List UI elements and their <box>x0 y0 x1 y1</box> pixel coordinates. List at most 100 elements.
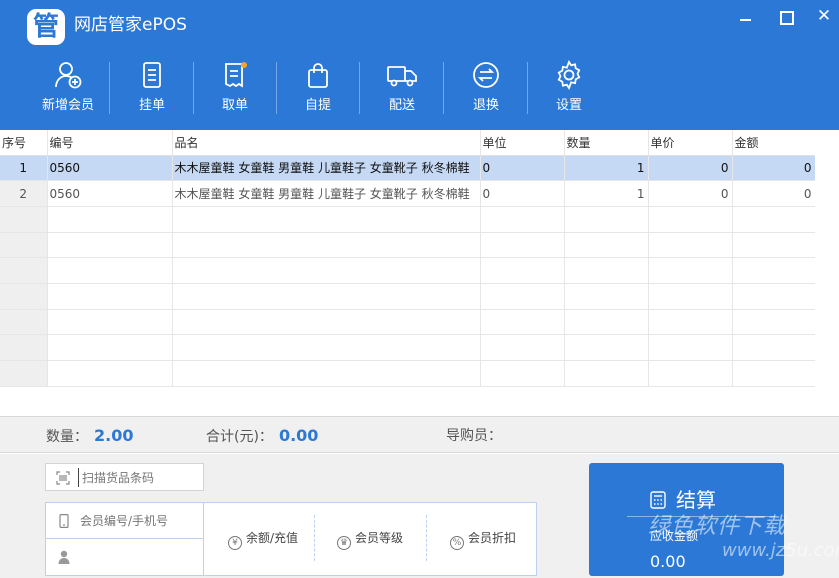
table-row[interactable]: 2 0560 木木屋童鞋 女童鞋 男童鞋 儿童鞋子 女童靴子 秋冬棉鞋 0 1 … <box>0 180 816 207</box>
yuan-icon: ¥ <box>228 536 242 550</box>
member-discount-button[interactable]: % 会员折扣 <box>450 523 516 553</box>
discount-tag-icon: % <box>450 536 464 550</box>
pickup-bag-icon <box>308 63 328 88</box>
phone-icon <box>59 514 69 528</box>
empty-row <box>0 309 816 336</box>
app-header: 管 网店管家ePOS ✕ 新增会员 挂单 取单 自提 配送 退换 设置 <box>0 0 839 130</box>
total-quantity-value: 2.00 <box>94 426 134 445</box>
toolbar-label: 新增会员 <box>41 98 94 113</box>
barcode-input[interactable] <box>78 468 198 487</box>
toolbar-hold-order-button[interactable]: 挂单 <box>112 60 192 120</box>
summary-bar: 数量： 2.00 合计(元)： 0.00 导购员： <box>0 416 839 453</box>
member-name-field[interactable] <box>46 539 204 575</box>
table-row[interactable]: 1 0560 木木屋童鞋 女童鞋 男童鞋 儿童鞋子 女童靴子 秋冬棉鞋 0 1 … <box>0 155 816 182</box>
total-amount: 合计(元)： 0.00 <box>206 427 318 446</box>
empty-row <box>0 360 816 387</box>
toolbar-settings-button[interactable]: 设置 <box>529 60 609 120</box>
row-price[interactable]: 0 <box>648 180 733 207</box>
toolbar-label: 挂单 <box>138 98 165 113</box>
total-amount-label: 合计(元)： <box>206 429 273 445</box>
member-id-input[interactable] <box>80 512 200 530</box>
barcode-scan-icon <box>56 471 70 485</box>
empty-row <box>0 232 816 259</box>
empty-row <box>0 334 816 361</box>
toolbar-divider <box>276 62 277 114</box>
app-logo: 管 <box>27 9 65 45</box>
table-scroll-area <box>815 130 839 394</box>
member-panel: ¥ 余额/充值 ♛ 会员等级 % 会员折扣 <box>45 502 537 576</box>
row-code: 0560 <box>47 155 173 182</box>
retrieve-order-icon <box>225 62 247 88</box>
member-name-input[interactable] <box>80 548 200 566</box>
barcode-scan-field[interactable] <box>45 463 204 491</box>
shopping-guide[interactable]: 导购员： <box>446 427 502 445</box>
member-action-divider <box>314 515 315 561</box>
row-unit: 0 <box>480 180 565 207</box>
row-amount: 0 <box>732 180 816 207</box>
toolbar-delivery-button[interactable]: 配送 <box>362 60 442 120</box>
empty-row <box>0 283 816 310</box>
row-index: 1 <box>0 155 48 182</box>
app-title: 网店管家ePOS <box>74 15 187 35</box>
toolbar-pickup-button[interactable]: 自提 <box>278 60 358 120</box>
receivable-amount: 0.00 <box>650 552 686 571</box>
total-quantity: 数量： 2.00 <box>46 427 133 446</box>
member-discount-label: 会员折扣 <box>468 531 517 545</box>
column-header-code[interactable]: 编号 <box>47 130 173 156</box>
member-id-field[interactable] <box>46 503 204 539</box>
add-member-icon <box>55 62 82 89</box>
column-header-name[interactable]: 品名 <box>172 130 481 156</box>
column-header-amount[interactable]: 金额 <box>732 130 816 156</box>
return-exchange-icon <box>473 62 499 88</box>
toolbar-label: 取单 <box>221 98 248 113</box>
gear-icon <box>557 60 581 90</box>
member-action-divider <box>426 515 427 561</box>
calculator-icon <box>650 491 666 509</box>
watermark-url: www.jz5u.com <box>722 540 839 561</box>
product-table: 序号 编号 品名 单位 数量 单价 金额 1 0560 木木屋童鞋 女童鞋 男童… <box>0 130 839 394</box>
total-amount-value: 0.00 <box>278 426 319 445</box>
maximize-button[interactable] <box>774 5 796 27</box>
row-code: 0560 <box>47 180 173 207</box>
column-header-index[interactable]: 序号 <box>0 130 48 156</box>
minimize-button[interactable] <box>734 5 756 27</box>
toolbar-label: 设置 <box>555 98 582 113</box>
close-button[interactable]: ✕ <box>813 5 835 27</box>
toolbar-add-member-button[interactable]: 新增会员 <box>28 60 108 120</box>
total-quantity-label: 数量： <box>46 429 88 445</box>
watermark-text: 绿色软件下载 <box>648 514 787 539</box>
row-name: 木木屋童鞋 女童鞋 男童鞋 儿童鞋子 女童靴子 秋冬棉鞋 <box>172 180 481 207</box>
toolbar-divider <box>109 62 110 114</box>
toolbar-return-exchange-button[interactable]: 退换 <box>446 60 526 120</box>
toolbar-label: 退换 <box>472 98 499 113</box>
member-level-label: 会员等级 <box>355 531 404 545</box>
row-qty[interactable]: 1 <box>564 180 649 207</box>
vip-level-icon: ♛ <box>337 536 351 550</box>
row-index: 2 <box>0 180 48 207</box>
toolbar-divider <box>527 62 528 114</box>
table-header-row: 序号 编号 品名 单位 数量 单价 金额 <box>0 130 816 156</box>
shopping-guide-label: 导购员： <box>446 428 502 444</box>
toolbar-divider <box>193 62 194 114</box>
column-header-unit[interactable]: 单位 <box>480 130 565 156</box>
toolbar-label: 自提 <box>304 98 331 113</box>
balance-recharge-label: 余额/充值 <box>246 531 299 545</box>
delivery-truck-icon <box>387 66 417 87</box>
column-header-price[interactable]: 单价 <box>648 130 733 156</box>
row-price[interactable]: 0 <box>648 155 733 182</box>
member-fields <box>46 503 204 575</box>
column-header-qty[interactable]: 数量 <box>564 130 649 156</box>
toolbar-divider <box>443 62 444 114</box>
empty-row <box>0 206 816 233</box>
row-unit: 0 <box>480 155 565 182</box>
row-qty[interactable]: 1 <box>564 155 649 182</box>
toolbar-divider <box>359 62 360 114</box>
row-name: 木木屋童鞋 女童鞋 男童鞋 儿童鞋子 女童靴子 秋冬棉鞋 <box>172 155 481 182</box>
member-level-button[interactable]: ♛ 会员等级 <box>337 523 403 553</box>
row-amount: 0 <box>732 155 816 182</box>
balance-recharge-button[interactable]: ¥ 余额/充值 <box>228 523 298 553</box>
hold-order-icon <box>143 62 161 88</box>
toolbar-label: 配送 <box>388 98 415 113</box>
user-icon <box>58 550 70 564</box>
toolbar-retrieve-order-button[interactable]: 取单 <box>195 60 275 120</box>
